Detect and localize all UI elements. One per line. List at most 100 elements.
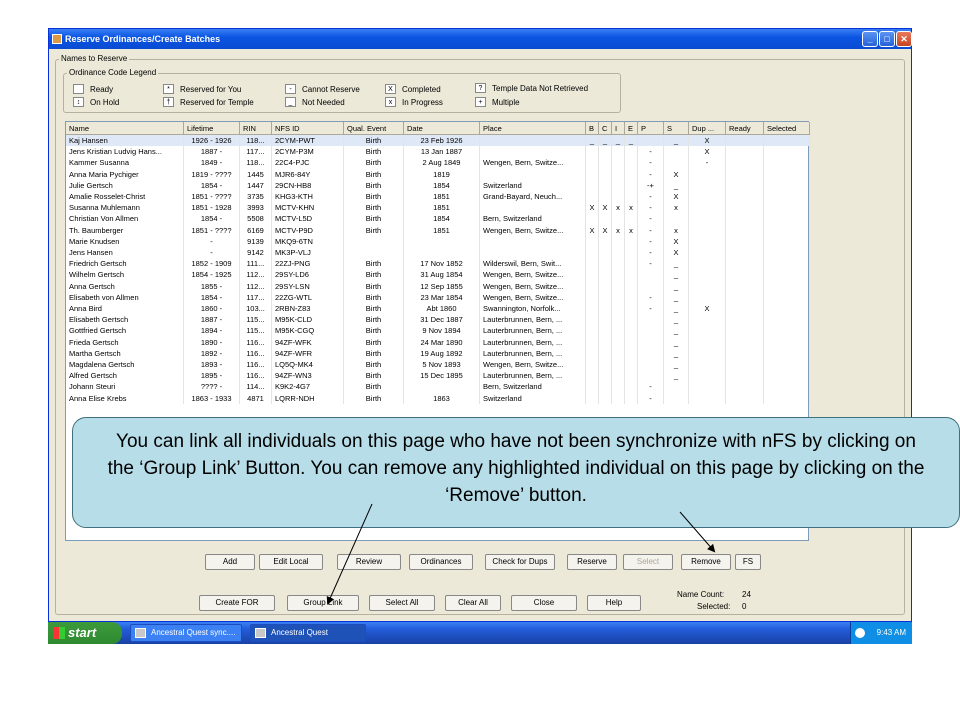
table-row[interactable]: Anna Elise Krebs 1863 - 1933 4871 LQRR-NDH B… [66, 392, 810, 404]
column-header[interactable]: I [612, 122, 625, 135]
table-cell: 1851 [404, 191, 480, 203]
table-cell: Switzerland [480, 179, 586, 191]
column-header[interactable]: NFS ID [272, 122, 344, 135]
legend-label: Ordinance Code Legend [67, 68, 159, 77]
select-all-button[interactable]: Select All [369, 595, 435, 611]
close-button[interactable]: Close [511, 595, 577, 611]
table-row[interactable]: Elisabeth Gertsch 1887 -115... M95K-CLD Bir… [66, 314, 810, 326]
table-row[interactable]: Wilhelm Gertsch 1854 - 1925 112... 29SY-LD6… [66, 269, 810, 281]
column-header[interactable]: Date [404, 122, 480, 135]
table-row[interactable]: Elisabeth von Allmen 1854 -117... 22ZG-WTL… [66, 291, 810, 303]
column-header[interactable]: E [625, 122, 638, 135]
table-row[interactable]: Kaj Hansen 1926 - 1926 118... 2CYM-PWT Birth… [66, 135, 810, 147]
column-header[interactable]: Place [480, 122, 586, 135]
table-row[interactable]: Amalie Rosselet-Christ 1851 - ???? 3735 KHG… [66, 191, 810, 203]
table-cell [664, 381, 689, 393]
table-cell: Lauterbrunnen, Bern, ... [480, 370, 586, 382]
table-row[interactable]: Marie Knudsen -9139 MKQ9-6TN - X [66, 235, 810, 247]
table-cell [612, 280, 625, 292]
remove-button[interactable]: Remove [681, 554, 731, 570]
review-button[interactable]: Review [337, 554, 401, 570]
table-row[interactable]: Susanna Muhlemann 1851 - 1928 3993 MCTV-KHN… [66, 202, 810, 214]
table-cell [625, 235, 638, 247]
help-button[interactable]: Help [587, 595, 641, 611]
table-cell [764, 202, 810, 214]
table-cell: 1855 - [184, 280, 240, 292]
table-cell: - [638, 157, 664, 169]
table-cell: 23 Feb 1926 [404, 135, 480, 147]
table-cell: - [184, 247, 240, 259]
minimize-icon[interactable]: _ [862, 31, 878, 47]
table-row[interactable]: Kammer Susanna 1849 -118... 22C4-PJC Birth 2… [66, 157, 810, 169]
table-cell [638, 359, 664, 371]
table-cell [764, 179, 810, 191]
table-cell [612, 235, 625, 247]
table-cell: X [689, 146, 726, 158]
table-row[interactable]: Christian Von Allmen 1854 -5508 MCTV-L5D Bi… [66, 213, 810, 225]
table-cell: 1860 - [184, 303, 240, 315]
table-cell: Birth [344, 258, 404, 270]
ordinances-button[interactable]: Ordinances [409, 554, 473, 570]
table-cell [599, 235, 612, 247]
tray-app-icon[interactable] [855, 628, 865, 638]
legend-symbol: † [163, 97, 174, 107]
table-row[interactable]: Anna Gertsch 1855 -112... 29SY-LSN Birth 12 … [66, 280, 810, 292]
legend-text: Not Needed [302, 98, 345, 107]
table-cell: 1887 - [184, 146, 240, 158]
select-button[interactable]: Select [623, 554, 673, 570]
table-cell: Elisabeth Gertsch [66, 314, 184, 326]
maximize-icon[interactable]: □ [879, 31, 895, 47]
check-for-dups-button[interactable]: Check for Dups [485, 554, 555, 570]
start-button[interactable]: start [48, 622, 122, 644]
table-row[interactable]: Anna Maria Pychiger 1819 - ???? 1445 MJR6-8… [66, 168, 810, 180]
table-cell: Switzerland [480, 392, 586, 404]
column-header[interactable]: Ready [726, 122, 764, 135]
table-row[interactable]: Alfred Gertsch 1895 -116... 94ZF-WN3 Birth 1… [66, 370, 810, 382]
add-button[interactable]: Add [205, 554, 255, 570]
table-cell [726, 258, 764, 270]
table-cell: Anna Maria Pychiger [66, 168, 184, 180]
clear-all-button[interactable]: Clear All [445, 595, 501, 611]
table-row[interactable]: Friedrich Gertsch 1852 - 1909 111... 22ZJ-P… [66, 258, 810, 270]
taskbar-item-ancestral-quest-sync[interactable]: Ancestral Quest sync.... [130, 624, 242, 642]
reserve-button[interactable]: Reserve [567, 554, 617, 570]
column-header[interactable]: C [599, 122, 612, 135]
column-header[interactable]: RIN [240, 122, 272, 135]
column-header[interactable]: P [638, 122, 664, 135]
table-row[interactable]: Johann Steuri???? -114... K9K2-4G7 Birth Be… [66, 381, 810, 393]
table-cell: - [638, 213, 664, 225]
table-row[interactable]: Jens Hansen -9142 MK3P-VLJ - X [66, 247, 810, 259]
fs-button[interactable]: FS [735, 554, 761, 570]
table-row[interactable]: Jens Kristian Ludvig Hans... 1887 -117...… [66, 146, 810, 158]
edit-local-button[interactable]: Edit Local [259, 554, 323, 570]
column-header[interactable]: Dup ... [689, 122, 726, 135]
table-cell [612, 314, 625, 326]
table-cell [586, 359, 599, 371]
table-row[interactable]: Gottfried Gertsch 1894 -115... M95K-CGQ Bir… [66, 325, 810, 337]
create-for-button[interactable]: Create FOR [199, 595, 275, 611]
table-row[interactable]: Frieda Gertsch 1890 -116... 94ZF-WFK Birth 2… [66, 336, 810, 348]
close-icon[interactable]: ✕ [896, 31, 912, 47]
table-cell [344, 235, 404, 247]
column-header[interactable]: B [586, 122, 599, 135]
table-cell [625, 291, 638, 303]
table-cell: Birth [344, 392, 404, 404]
table-cell: 1890 - [184, 336, 240, 348]
column-header[interactable]: Selected [764, 122, 810, 135]
table-cell [625, 370, 638, 382]
table-row[interactable]: Magdalena Gertsch 1893 -116... LQ5Q-MK4 Bir… [66, 359, 810, 371]
group-link-button[interactable]: Group Link [287, 595, 359, 611]
title-bar[interactable]: Reserve Ordinances/Create Batches _ □ ✕ [49, 29, 912, 49]
table-row[interactable]: Th. Baumberger 1851 - ???? 6169 MCTV-P9D Bir… [66, 224, 810, 236]
taskbar-item-ancestral-quest[interactable]: Ancestral Quest [250, 624, 366, 642]
table-cell: Birth [344, 191, 404, 203]
table-row[interactable]: Martha Gertsch 1892 -116... 94ZF-WFR Birth 1… [66, 347, 810, 359]
table-row[interactable]: Anna Bird 1860 -103... 2RBN-Z83 Birth Abt 18… [66, 303, 810, 315]
table-cell: KHG3-KTH [272, 191, 344, 203]
legend-symbol [73, 84, 84, 94]
column-header[interactable]: S [664, 122, 689, 135]
column-header[interactable]: Qual. Event [344, 122, 404, 135]
table-row[interactable]: Julie Gertsch 1854 -1447 29CN-HB8 Birth 1854… [66, 179, 810, 191]
column-header[interactable]: Lifetime [184, 122, 240, 135]
column-header[interactable]: Name [66, 122, 184, 135]
